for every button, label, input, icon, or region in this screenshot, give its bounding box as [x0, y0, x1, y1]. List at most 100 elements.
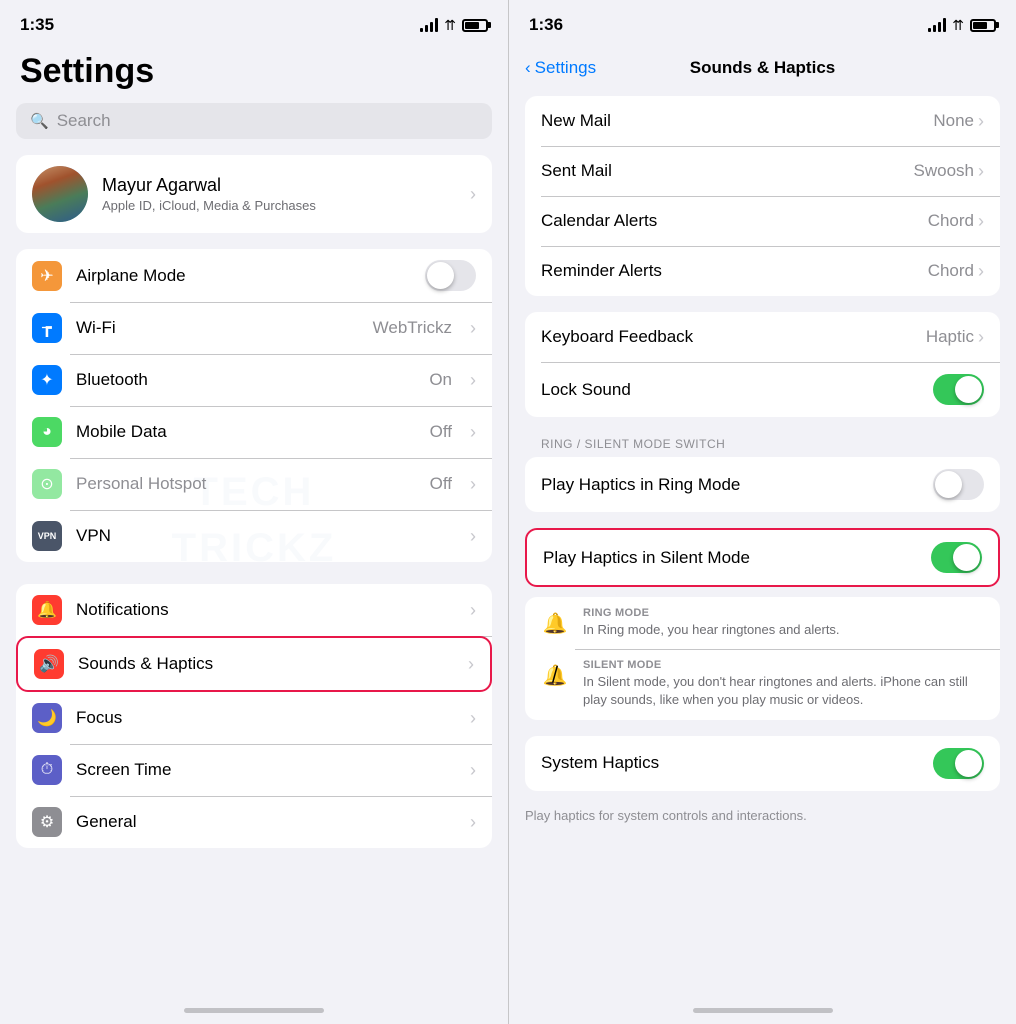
screen-time-icon: ⏱ [32, 755, 62, 785]
calendar-alerts-row[interactable]: Calendar Alerts Chord › [525, 196, 1000, 246]
airplane-toggle[interactable] [425, 260, 476, 291]
silent-mode-text: SILENT MODE In Silent mode, you don't he… [583, 659, 984, 709]
focus-label: Focus [76, 708, 456, 728]
chevron-icon: › [470, 526, 476, 547]
chevron-left-icon: ‹ [525, 58, 531, 78]
chevron-icon: › [978, 111, 984, 132]
mobile-data-icon: ◕ [32, 417, 62, 447]
system-haptics-card: System Haptics [525, 736, 1000, 791]
system-haptics-toggle[interactable] [933, 748, 984, 779]
chevron-icon: › [470, 708, 476, 729]
sounds-row[interactable]: 🔊 Sounds & Haptics › [16, 636, 492, 692]
focus-row[interactable]: 🌙 Focus › [16, 692, 492, 744]
mobile-data-row[interactable]: ◕ Mobile Data Off › [16, 406, 492, 458]
bluetooth-icon: ✦ [32, 365, 62, 395]
lock-sound-label: Lock Sound [541, 380, 933, 400]
system-haptics-label: System Haptics [541, 753, 933, 773]
ring-mode-icon: 🔔 [541, 609, 569, 637]
ring-silent-label: RING / SILENT MODE SWITCH [509, 433, 1016, 457]
wifi-status-icon: ⇈ [952, 17, 964, 34]
back-button[interactable]: ‹ Settings [525, 58, 596, 78]
nav-bar: ‹ Settings Sounds & Haptics [509, 44, 1016, 88]
chevron-icon: › [470, 600, 476, 621]
airplane-row[interactable]: ✈ Airplane Mode [16, 249, 492, 302]
vpn-label: VPN [76, 526, 456, 546]
search-bar[interactable]: 🔍 Search [16, 103, 492, 139]
right-scroll: New Mail None › Sent Mail Swoosh › Calen… [509, 88, 1016, 996]
signal-icon [420, 18, 438, 32]
battery-icon [462, 19, 488, 32]
system-haptics-row[interactable]: System Haptics [525, 736, 1000, 791]
chevron-icon: › [470, 812, 476, 833]
play-haptics-silent-row-wrapper: Play Haptics in Silent Mode [525, 528, 1000, 587]
chevron-icon: › [470, 370, 476, 391]
time-left: 1:35 [20, 15, 54, 35]
ring-mode-text: RING MODE In Ring mode, you hear rington… [583, 607, 984, 639]
mobile-data-value: Off [430, 422, 452, 442]
focus-icon: 🌙 [32, 703, 62, 733]
battery-icon [970, 19, 996, 32]
profile-card[interactable]: Mayur Agarwal Apple ID, iCloud, Media & … [16, 155, 492, 233]
mode-info-section: 🔔 RING MODE In Ring mode, you hear ringt… [525, 597, 1000, 720]
alert-sounds-card: New Mail None › Sent Mail Swoosh › Calen… [525, 96, 1000, 296]
chevron-icon: › [470, 760, 476, 781]
sent-mail-label: Sent Mail [541, 161, 914, 181]
play-haptics-silent-toggle[interactable] [931, 542, 982, 573]
home-indicator-left [0, 996, 508, 1024]
wifi-label: Wi-Fi [76, 318, 359, 338]
play-haptics-ring-label: Play Haptics in Ring Mode [541, 475, 933, 495]
chevron-icon: › [470, 318, 476, 339]
settings-card: 🔔 Notifications › 🔊 Sounds & Haptics › 🌙… [16, 584, 492, 848]
home-indicator-right [509, 996, 1016, 1024]
silent-mode-desc: In Silent mode, you don't hear ringtones… [583, 673, 984, 709]
lock-sound-toggle[interactable] [933, 374, 984, 405]
chevron-icon: › [978, 161, 984, 182]
vpn-row[interactable]: VPN VPN › [16, 510, 492, 562]
ring-mode-desc: In Ring mode, you hear ringtones and ale… [583, 621, 984, 639]
nav-title: Sounds & Haptics [690, 58, 835, 78]
profile-name: Mayur Agarwal [102, 175, 456, 196]
silent-mode-title: SILENT MODE [583, 659, 984, 671]
reminder-alerts-row[interactable]: Reminder Alerts Chord › [525, 246, 1000, 296]
right-panel: 1:36 ⇈ ‹ Settings Sounds & Haptics New M… [508, 0, 1016, 1024]
chevron-icon: › [468, 654, 474, 675]
signal-icon [928, 18, 946, 32]
calendar-alerts-label: Calendar Alerts [541, 211, 928, 231]
notifications-row[interactable]: 🔔 Notifications › [16, 584, 492, 636]
notifications-icon: 🔔 [32, 595, 62, 625]
hotspot-row[interactable]: ⊙ Personal Hotspot Off › [16, 458, 492, 510]
sent-mail-row[interactable]: Sent Mail Swoosh › [525, 146, 1000, 196]
page-title: Settings [0, 44, 508, 103]
status-icons-right: ⇈ [928, 17, 996, 34]
status-bar-right: 1:36 ⇈ [509, 0, 1016, 44]
chevron-icon: › [978, 261, 984, 282]
hotspot-icon: ⊙ [32, 469, 62, 499]
lock-sound-row[interactable]: Lock Sound [525, 362, 1000, 417]
bluetooth-row[interactable]: ✦ Bluetooth On › [16, 354, 492, 406]
wifi-icon: ┲ [32, 313, 62, 343]
calendar-alerts-value: Chord [928, 211, 974, 231]
avatar [32, 166, 88, 222]
new-mail-row[interactable]: New Mail None › [525, 96, 1000, 146]
reminder-alerts-label: Reminder Alerts [541, 261, 928, 281]
play-haptics-ring-toggle[interactable] [933, 469, 984, 500]
play-haptics-ring-row[interactable]: Play Haptics in Ring Mode [525, 457, 1000, 512]
profile-subtitle: Apple ID, iCloud, Media & Purchases [102, 198, 456, 213]
screen-time-row[interactable]: ⏱ Screen Time › [16, 744, 492, 796]
profile-row[interactable]: Mayur Agarwal Apple ID, iCloud, Media & … [16, 155, 492, 233]
general-row[interactable]: ⚙ General › [16, 796, 492, 848]
ring-mode-row: 🔔 RING MODE In Ring mode, you hear ringt… [525, 597, 1000, 649]
chevron-icon: › [978, 327, 984, 348]
mobile-data-label: Mobile Data [76, 422, 416, 442]
wifi-row[interactable]: ┲ Wi-Fi WebTrickz › [16, 302, 492, 354]
silent-mode-icon: 🔔 ̸ [541, 661, 569, 689]
sounds-icon: 🔊 [34, 649, 64, 679]
keyboard-feedback-row[interactable]: Keyboard Feedback Haptic › [525, 312, 1000, 362]
silent-mode-row: 🔔 ̸ SILENT MODE In Silent mode, you don'… [525, 649, 1000, 719]
wifi-status-icon: ⇈ [444, 17, 456, 34]
play-haptics-silent-row[interactable]: Play Haptics in Silent Mode [527, 530, 998, 585]
chevron-icon: › [470, 184, 476, 205]
profile-info: Mayur Agarwal Apple ID, iCloud, Media & … [102, 175, 456, 213]
general-icon: ⚙ [32, 807, 62, 837]
feedback-card: Keyboard Feedback Haptic › Lock Sound [525, 312, 1000, 417]
